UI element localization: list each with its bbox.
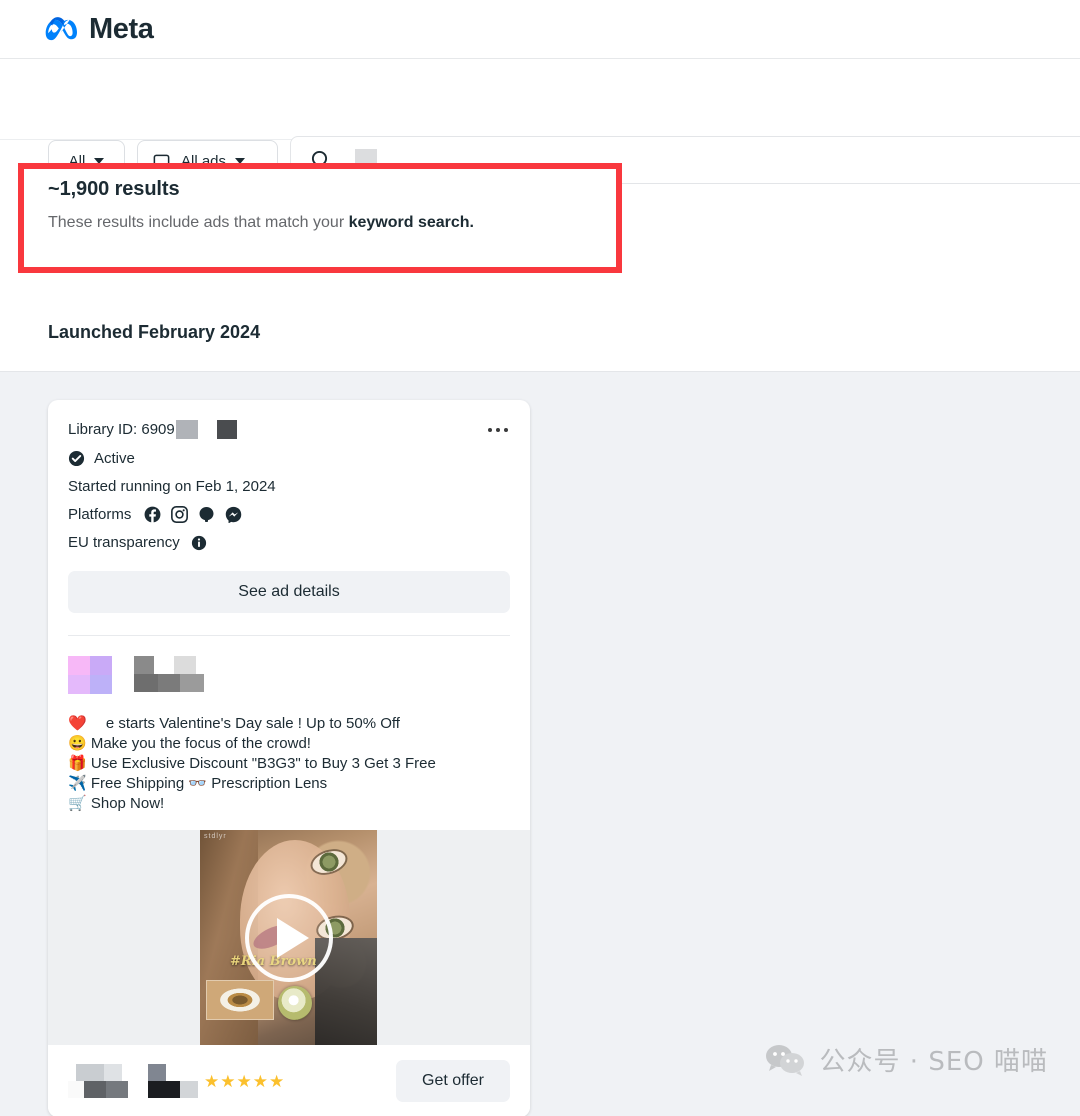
- ad-copy-line: 🛒 Shop Now!: [68, 795, 165, 812]
- get-offer-button[interactable]: Get offer: [396, 1060, 510, 1102]
- footer-redaction-block-2: [148, 1064, 200, 1098]
- ad-card: Library ID: 6909 Active Started running …: [48, 400, 530, 1116]
- rating-stars: ★ ★ ★ ★ ★: [204, 1073, 284, 1090]
- ad-card-footer: ★ ★ ★ ★ ★ Get offer: [48, 1045, 530, 1116]
- star-icon: ★: [220, 1071, 236, 1091]
- library-id-redaction-light: [175, 420, 198, 439]
- star-icon: ★: [269, 1071, 285, 1091]
- eu-transparency-label: EU transparency: [68, 534, 180, 551]
- see-ad-details-button[interactable]: See ad details: [68, 571, 510, 613]
- play-button-icon[interactable]: [244, 893, 333, 982]
- creative-lens-swatch: [278, 986, 312, 1020]
- ad-body: ❤️ e starts Valentine's Day sale ! Up to…: [48, 636, 530, 830]
- meta-wordmark: Meta: [89, 12, 154, 45]
- messenger-icon: [226, 506, 242, 523]
- footer-redaction-block-1: [68, 1064, 130, 1098]
- ad-library-page: Meta All All ads ~1,900 results These re…: [0, 0, 1080, 1116]
- filter-toolbar: All All ads: [0, 60, 1080, 184]
- ad-status-label: Active: [94, 450, 135, 467]
- ad-status-row: Active: [68, 450, 510, 467]
- info-icon[interactable]: [191, 535, 207, 551]
- results-description-bold: keyword search.: [348, 214, 474, 231]
- star-icon: ★: [204, 1071, 220, 1091]
- ad-copy-line: 🎁 Use Exclusive Discount "B3G3" to Buy 3…: [68, 755, 436, 772]
- top-header-bar: Meta: [0, 0, 1080, 59]
- play-triangle: [276, 917, 309, 958]
- advertiser-avatar-redaction: [68, 656, 112, 694]
- library-id-redaction-dark: [216, 420, 237, 439]
- ad-creative: stdlyr #Ria Brown: [48, 830, 530, 1045]
- ad-start-date: Started running on Feb 1, 2024: [68, 478, 276, 495]
- audience-network-icon: [199, 507, 214, 523]
- ellipsis-icon[interactable]: [488, 420, 508, 440]
- advertiser-name-redaction: [134, 656, 204, 694]
- results-description: These results include ads that match you…: [48, 214, 474, 232]
- results-description-prefix: These results include ads that match you…: [48, 214, 349, 231]
- eu-transparency-row: EU transparency: [68, 534, 510, 551]
- star-icon: ★: [236, 1071, 252, 1091]
- advertiser-row: [68, 656, 510, 694]
- library-id-label: Library ID: 6909: [68, 421, 175, 438]
- creative-corner-stamp: stdlyr: [204, 833, 227, 840]
- video-thumbnail[interactable]: stdlyr #Ria Brown: [200, 830, 377, 1045]
- ad-copy: ❤️ e starts Valentine's Day sale ! Up to…: [68, 714, 510, 814]
- library-id-row: Library ID: 6909: [68, 420, 510, 439]
- ad-copy-line: ❤️ e starts Valentine's Day sale ! Up to…: [68, 715, 400, 732]
- ad-copy-line: ✈️ Free Shipping 👓 Prescription Lens: [68, 775, 328, 792]
- launched-section-title: Launched February 2024: [48, 322, 261, 342]
- ad-platforms-row: Platforms: [68, 506, 510, 523]
- creative-eye-inset: [206, 980, 274, 1020]
- meta-infinity-logo-icon: [45, 17, 77, 41]
- facebook-icon: [144, 506, 161, 523]
- instagram-icon: [171, 506, 189, 523]
- ad-card-header: Library ID: 6909 Active Started running …: [48, 400, 530, 551]
- check-circle-icon: [68, 450, 85, 467]
- ad-copy-line: 😀 Make you the focus of the crowd!: [68, 735, 311, 752]
- meta-logo[interactable]: Meta: [45, 12, 154, 45]
- platforms-label: Platforms: [68, 506, 132, 523]
- star-icon: ★: [252, 1071, 268, 1091]
- results-count: ~1,900 results: [48, 178, 180, 200]
